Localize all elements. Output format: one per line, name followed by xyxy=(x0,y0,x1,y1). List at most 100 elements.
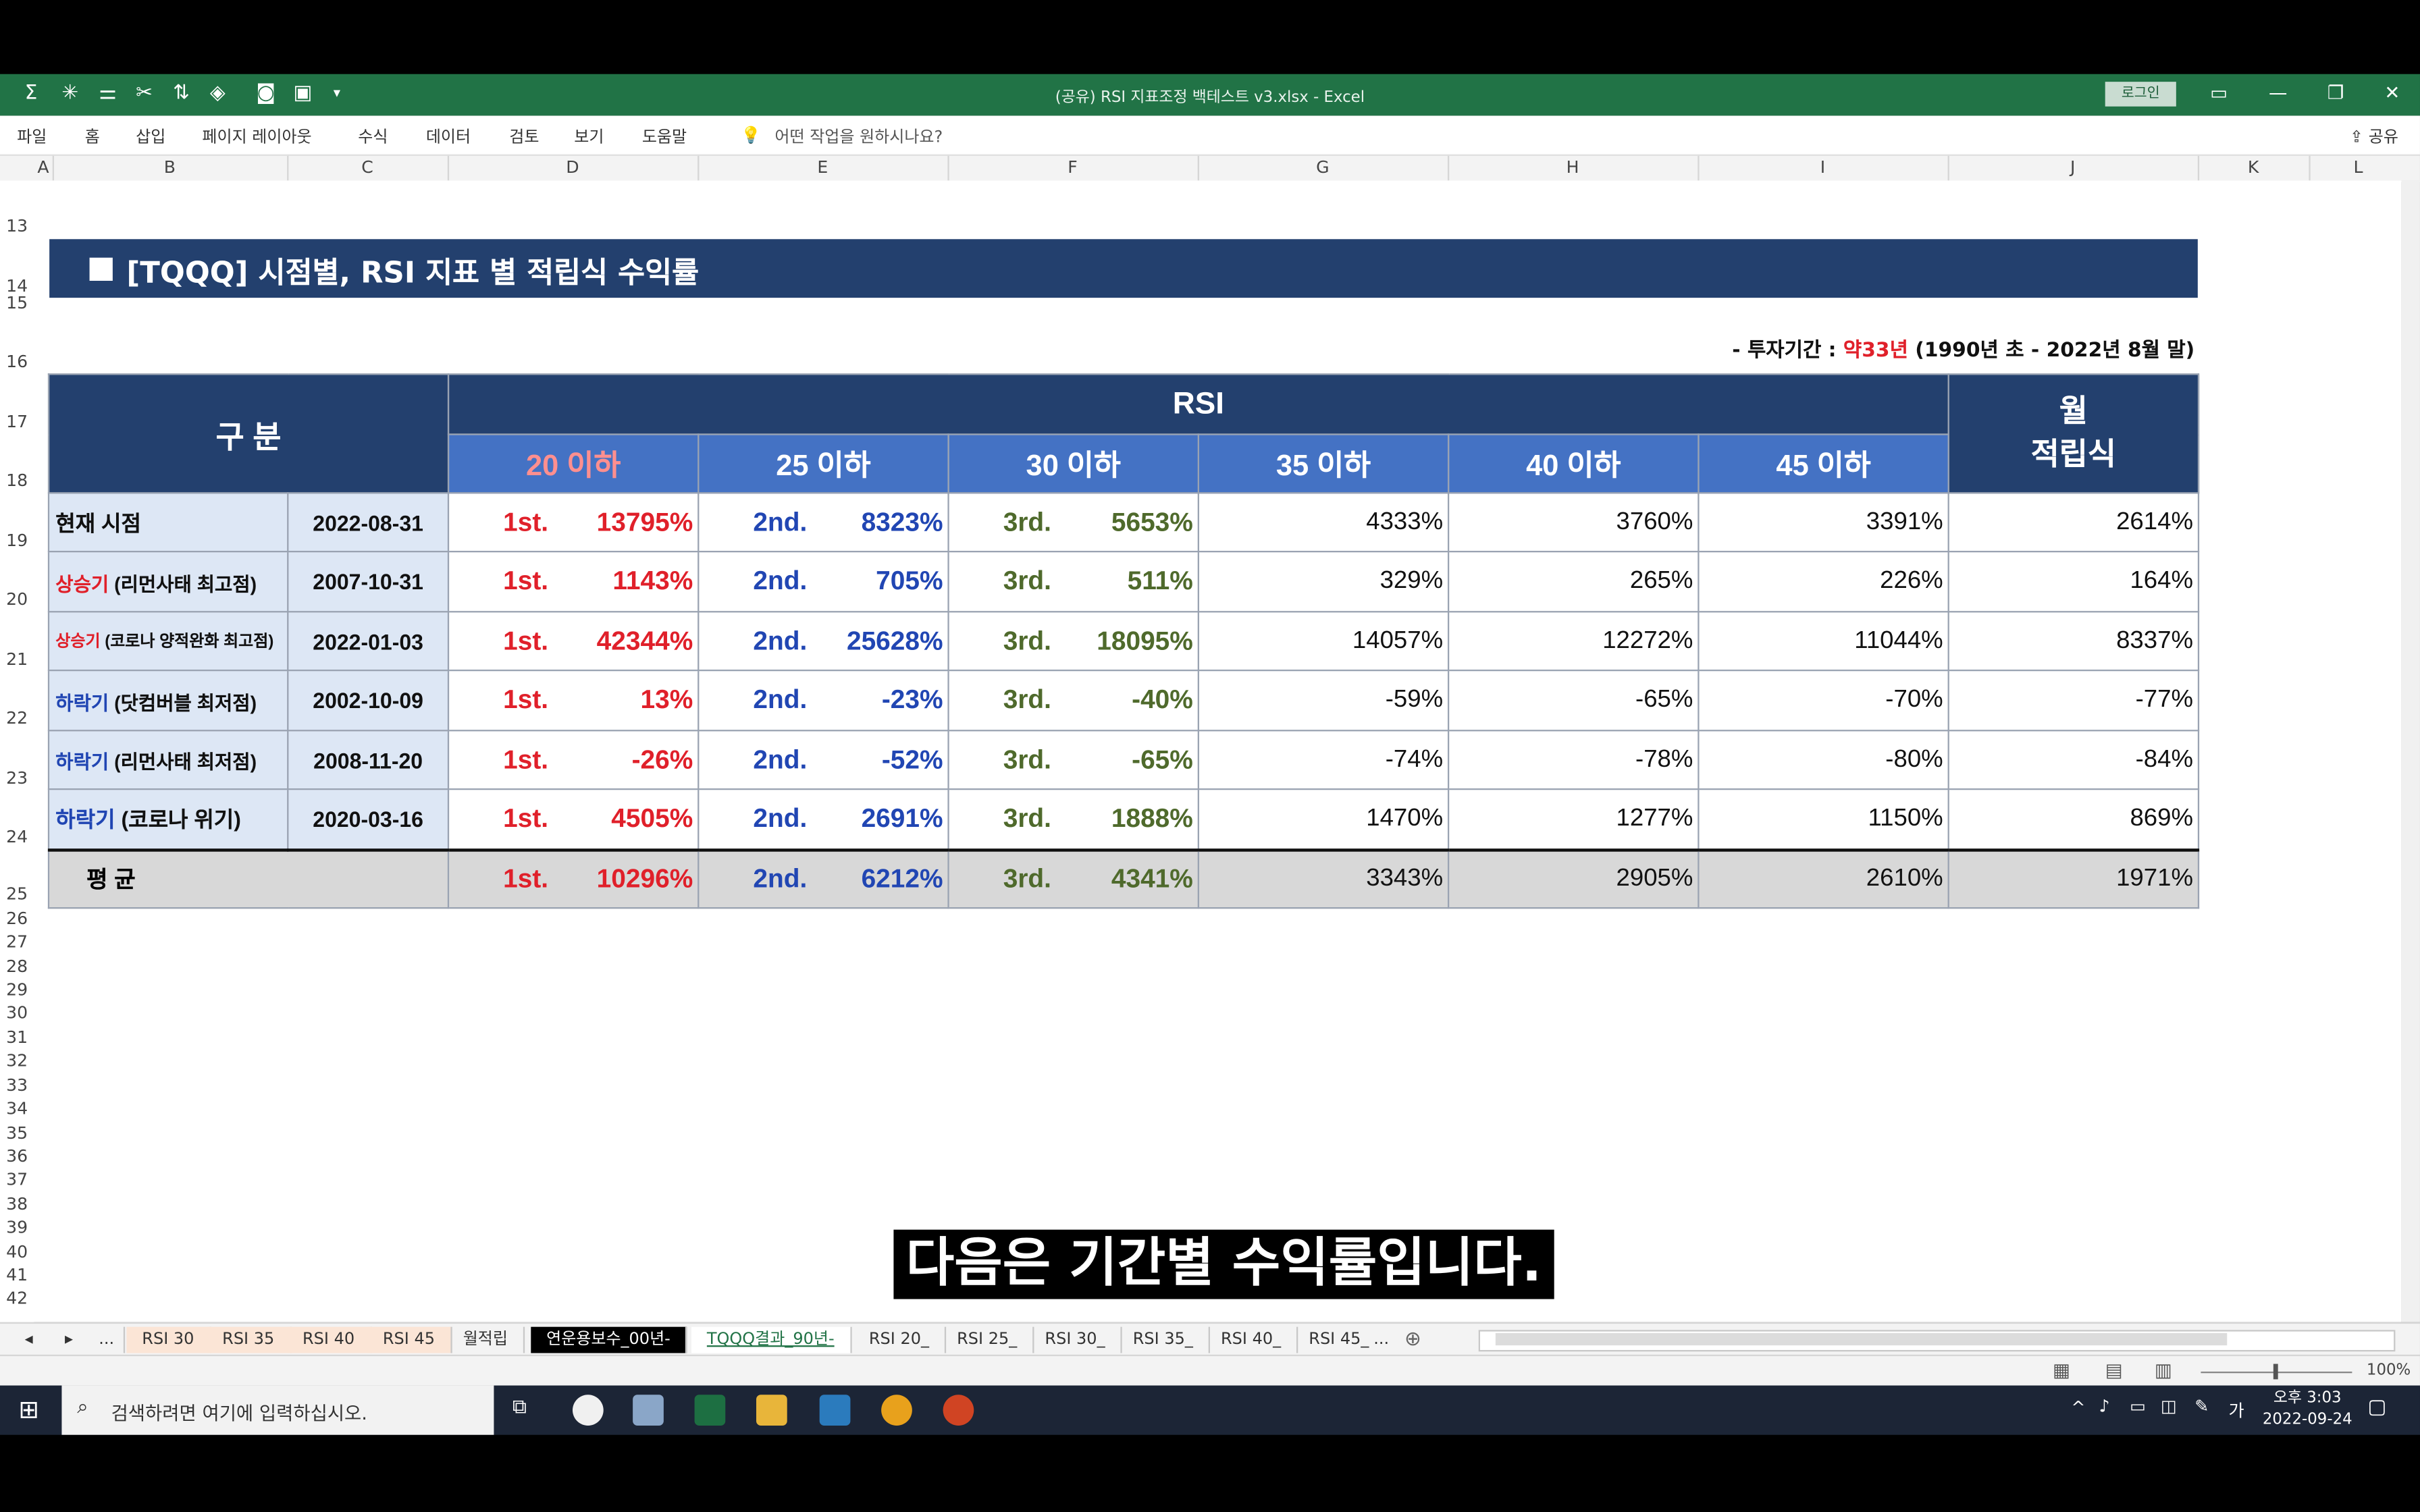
row-date[interactable]: 2007-10-31 xyxy=(287,550,450,613)
pen-icon[interactable]: ✎ xyxy=(2194,1397,2209,1417)
avg-rsi25[interactable]: 2nd. 6212% xyxy=(698,847,949,909)
restore-icon[interactable]: ❐ xyxy=(2327,82,2344,103)
taskbar-search-box[interactable]: ⌕ 검색하려면 여기에 입력하십시오. xyxy=(61,1385,494,1435)
col-header-d[interactable]: D xyxy=(448,157,698,178)
cell-rsi25[interactable]: 2nd. 2691% xyxy=(698,788,949,850)
cell-rsi40[interactable]: 12272% xyxy=(1447,611,1700,672)
row-header[interactable]: 36 xyxy=(0,1146,34,1166)
col-header-g[interactable]: G xyxy=(1198,157,1448,178)
cell-rsi35[interactable]: 4333% xyxy=(1197,492,1450,553)
search-app-icon[interactable] xyxy=(881,1395,912,1426)
cell-rsi40[interactable]: -65% xyxy=(1447,669,1700,732)
row-header[interactable]: 28 xyxy=(0,956,34,977)
cell-rsi25[interactable]: 2nd. -52% xyxy=(698,730,949,790)
cell-rsi20[interactable]: 1st. 1143% xyxy=(447,550,700,613)
sheet-tab-active[interactable]: TQQQ결과_90년- xyxy=(691,1326,851,1353)
cell-rsi40[interactable]: 1277% xyxy=(1447,788,1700,850)
avg-rsi35[interactable]: 3343% xyxy=(1197,847,1450,909)
login-button[interactable]: 로그인 xyxy=(2105,82,2176,107)
col-header-j[interactable]: J xyxy=(1948,157,2198,178)
page-break-icon[interactable]: ▥ xyxy=(2155,1359,2172,1381)
zoom-slider-thumb[interactable] xyxy=(2273,1364,2278,1380)
col-header-i[interactable]: I xyxy=(1698,157,1947,178)
clock[interactable]: 오후 3:03 2022-09-24 xyxy=(2263,1388,2352,1432)
row-header[interactable]: 16 xyxy=(0,352,34,372)
cell-rsi30[interactable]: 3rd. 18095% xyxy=(947,611,1199,672)
cell-rsi45[interactable]: 3391% xyxy=(1698,492,1949,553)
cell-rsi35[interactable]: -74% xyxy=(1197,730,1450,790)
cell-rsi45[interactable]: -70% xyxy=(1698,669,1949,732)
row-label[interactable]: 하락기 (리먼사태 최저점) xyxy=(47,730,289,790)
sheet-tab[interactable]: RSI 45 xyxy=(367,1326,452,1353)
sheet-tab[interactable]: RSI 35 xyxy=(207,1326,292,1353)
avg-monthly[interactable]: 1971% xyxy=(1947,847,2200,909)
cell-rsi30[interactable]: 3rd. 511% xyxy=(947,550,1199,613)
sheet-tab[interactable]: 연운용보수_00년- xyxy=(531,1326,687,1353)
col-header-k[interactable]: K xyxy=(2198,157,2309,178)
tab-view[interactable]: 보기 xyxy=(574,125,604,148)
row-header[interactable]: 19 xyxy=(0,531,34,551)
sheet-tab[interactable]: RSI 30 xyxy=(126,1326,211,1353)
cell-rsi30[interactable]: 3rd. -40% xyxy=(947,669,1199,732)
col-header-b[interactable]: B xyxy=(53,157,287,178)
row-header[interactable]: 39 xyxy=(0,1217,34,1237)
row-header[interactable]: 24 xyxy=(0,827,34,847)
share-button[interactable]: ⇪ 공유 xyxy=(2350,125,2398,148)
row-date[interactable]: 2008-11-20 xyxy=(287,730,450,790)
notifications-icon[interactable]: ▢ xyxy=(2367,1397,2386,1420)
tab-page-layout[interactable]: 페이지 레이아웃 xyxy=(202,125,311,148)
cell-monthly[interactable]: 8337% xyxy=(1947,611,2200,672)
sheet-prev-icon[interactable]: ◂ xyxy=(18,1327,38,1353)
row-label[interactable]: 상승기 (코로나 양적완화 최고점) xyxy=(47,611,289,672)
row-header[interactable]: 42 xyxy=(0,1289,34,1309)
row-label[interactable]: 현재 시점 xyxy=(47,492,289,553)
cell-rsi20[interactable]: 1st. 42344% xyxy=(447,611,700,672)
col-header-f[interactable]: F xyxy=(947,157,1197,178)
sheet-tab[interactable]: RSI 20_ xyxy=(853,1326,947,1353)
row-date[interactable]: 2022-01-03 xyxy=(287,611,450,672)
sheet-tab[interactable]: RSI 25_ xyxy=(941,1326,1034,1353)
col-header-h[interactable]: H xyxy=(1448,157,1698,178)
ime-indicator[interactable]: 가 xyxy=(2229,1398,2244,1423)
sheet-tab[interactable]: RSI 40 xyxy=(287,1326,372,1353)
row-date[interactable]: 2022-08-31 xyxy=(287,492,450,553)
sheet-tab[interactable]: RSI 35_ xyxy=(1117,1326,1211,1353)
row-header[interactable]: 41 xyxy=(0,1265,34,1285)
scroll-thumb[interactable] xyxy=(1495,1332,2228,1346)
cell-rsi25[interactable]: 2nd. -23% xyxy=(698,669,949,732)
row-label[interactable]: 하락기 (닷컴버블 최저점) xyxy=(47,669,289,732)
row-label[interactable]: 하락기 (코로나 위기) xyxy=(47,788,289,850)
security-icon[interactable]: ◫ xyxy=(2161,1397,2177,1417)
col-header-l[interactable]: L xyxy=(2309,157,2407,178)
tab-data[interactable]: 데이터 xyxy=(426,125,471,148)
cell-rsi30[interactable]: 3rd. -65% xyxy=(947,730,1199,790)
sheet-tab[interactable]: RSI 30_ xyxy=(1030,1326,1122,1353)
col-header-e[interactable]: E xyxy=(698,157,947,178)
tray-chevron-icon[interactable]: ^ xyxy=(2071,1398,2085,1418)
ribbon-display-icon[interactable]: ▭ xyxy=(2210,82,2228,103)
col-header-c[interactable]: C xyxy=(287,157,448,178)
cell-rsi20[interactable]: 1st. 13% xyxy=(447,669,700,732)
row-header[interactable]: 17 xyxy=(0,412,34,432)
vertical-scrollbar[interactable] xyxy=(2401,180,2420,1322)
cell-rsi20[interactable]: 1st. -26% xyxy=(447,730,700,790)
cell-rsi35[interactable]: 329% xyxy=(1197,550,1450,613)
task-view-icon[interactable]: ⧉ xyxy=(512,1397,527,1420)
row-header[interactable]: 37 xyxy=(0,1170,34,1190)
normal-view-icon[interactable]: ▦ xyxy=(2053,1359,2070,1381)
cell-rsi25[interactable]: 2nd. 705% xyxy=(698,550,949,613)
row-header[interactable]: 26 xyxy=(0,909,34,929)
cell-rsi25[interactable]: 2nd. 8323% xyxy=(698,492,949,553)
cell-monthly[interactable]: -84% xyxy=(1947,730,2200,790)
cell-rsi35[interactable]: 1470% xyxy=(1197,788,1450,850)
row-header[interactable]: 13 xyxy=(0,216,34,236)
cell-monthly[interactable]: 2614% xyxy=(1947,492,2200,553)
tab-insert[interactable]: 삽입 xyxy=(136,125,165,148)
sheet-more-left[interactable]: ... xyxy=(90,1326,126,1353)
row-header[interactable]: 34 xyxy=(0,1098,34,1118)
sheet-tab[interactable]: RSI 45_ xyxy=(1293,1327,1375,1353)
row-label[interactable]: 상승기 (리먼사태 최고점) xyxy=(47,550,289,613)
row-header[interactable]: 30 xyxy=(0,1003,34,1023)
app-icon[interactable] xyxy=(633,1395,664,1426)
cell-rsi35[interactable]: 14057% xyxy=(1197,611,1450,672)
